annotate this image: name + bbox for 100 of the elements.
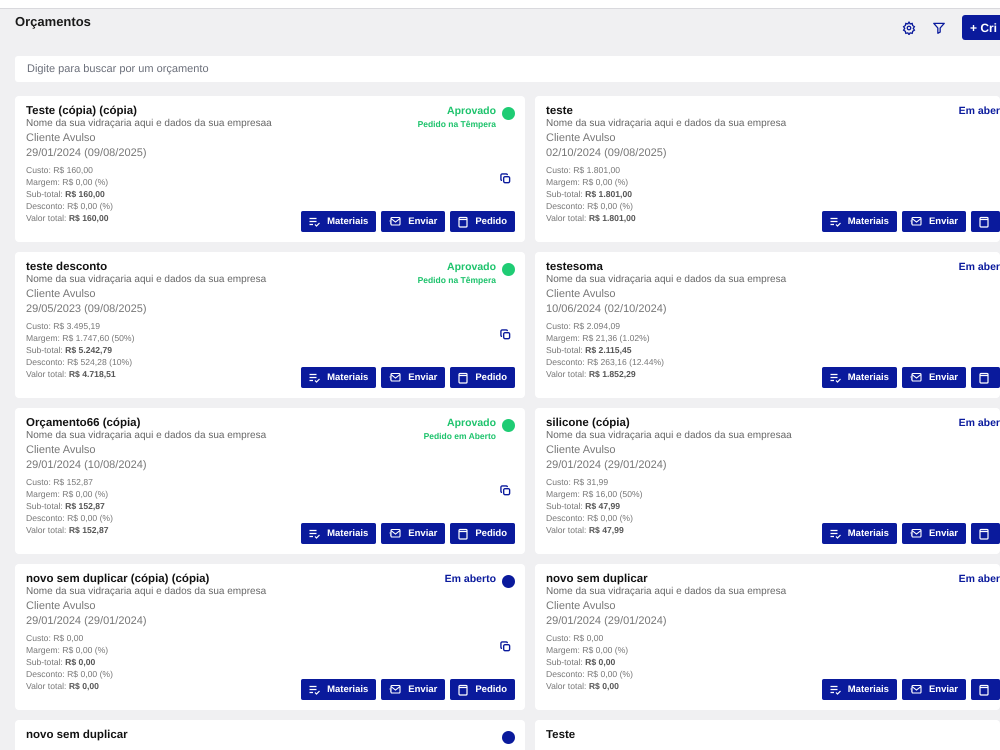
client-text: Cliente Avulso [26, 600, 97, 612]
quote-title: testesoma [546, 261, 604, 273]
copy-button[interactable] [500, 485, 511, 496]
order-button[interactable] [971, 523, 1000, 544]
send-button[interactable]: Enviar [381, 367, 446, 388]
send-button[interactable]: Enviar [902, 523, 966, 544]
date-text: 29/05/2023 (09/08/2025) [26, 303, 148, 315]
amount-line: Desconto: R$ 0,00 (%) [26, 513, 114, 523]
copy-icon [500, 173, 511, 184]
quote-title: silicone (cópia) [546, 417, 631, 429]
materials-button[interactable]: Materiais [822, 211, 897, 232]
amount-line: Margem: R$ 16,00 (50%) [546, 489, 644, 499]
status-label: Em aberto [444, 573, 496, 585]
status-label: Aprovado [446, 261, 496, 273]
mail-icon [910, 216, 922, 227]
send-button[interactable]: Enviar [902, 367, 966, 388]
clipboard-icon [458, 528, 468, 540]
quote-title: Teste [546, 729, 576, 741]
amount-line: Valor total: R$ 152,87 [26, 525, 110, 535]
date-text: 29/01/2024 (29/01/2024) [546, 615, 668, 627]
date-text: 02/10/2024 (09/08/2025) [546, 147, 668, 159]
amount-line: Sub-total: R$ 152,87 [26, 501, 106, 511]
materials-button[interactable]: Materiais [301, 211, 376, 232]
send-button[interactable]: Enviar [381, 523, 446, 544]
list-check-icon [309, 528, 320, 538]
amount-line: Custo: R$ 31,99 [546, 477, 610, 487]
mail-icon [910, 684, 922, 695]
copy-button[interactable] [500, 173, 511, 184]
mail-icon [389, 372, 402, 383]
amount-line: Sub-total: R$ 47,99 [546, 501, 622, 511]
create-button[interactable]: + Cri [962, 15, 1000, 40]
list-check-icon [830, 372, 841, 382]
amount-line: Margem: R$ 0,00 (%) [546, 645, 630, 655]
settings-button[interactable] [902, 20, 916, 34]
settings-icon [902, 20, 916, 34]
mail-icon [389, 684, 402, 695]
status-label: Em aber [958, 417, 1000, 429]
order-button[interactable] [971, 211, 1000, 232]
company-text: Nome da sua vidraçaria aqui e dados da sua empresa [26, 586, 266, 597]
order-status-label: Pedido na Têmpera [418, 275, 496, 285]
order-button[interactable] [971, 679, 1000, 700]
date-text: 29/01/2024 (29/01/2024) [26, 615, 148, 627]
list-check-icon [309, 684, 320, 694]
order-status-label: Pedido na Têmpera [418, 119, 496, 129]
clipboard-icon [458, 216, 468, 228]
status-label: Em aber [958, 573, 1000, 585]
amount-line: Margem: R$ 1.747,60 (50%) [26, 333, 136, 343]
amount-line: Custo: R$ 2.094,09 [546, 321, 622, 331]
amount-line: Desconto: R$ 524,28 (10%) [26, 357, 134, 367]
page-title: Orçamentos [15, 14, 91, 29]
amount-line: Custo: R$ 0,00 [26, 633, 84, 643]
list-check-icon [830, 684, 841, 694]
amount-line: Valor total: R$ 0,00 [546, 681, 620, 691]
amount-line: Sub-total: R$ 1.801,00 [546, 189, 633, 199]
amount-line: Margem: R$ 0,00 (%) [26, 177, 110, 187]
send-button[interactable]: Enviar [902, 211, 966, 232]
amount-line: Custo: R$ 3.495,19 [26, 321, 102, 331]
list-check-icon [830, 528, 841, 538]
order-button[interactable]: Pedido [450, 523, 515, 544]
amount-line: Custo: R$ 0,00 [546, 633, 604, 643]
send-button[interactable]: Enviar [381, 211, 446, 232]
quote-title: novo sem duplicar (cópia) (cópia) [26, 573, 210, 585]
status-label: Aprovado [446, 417, 496, 429]
amount-line: Custo: R$ 160,00 [26, 165, 94, 175]
list-check-icon [309, 372, 320, 382]
client-text: Cliente Avulso [26, 132, 97, 144]
client-text: Cliente Avulso [546, 600, 617, 612]
copy-icon [500, 329, 511, 340]
search-field[interactable]: Digite para buscar por um orçamento [15, 56, 1000, 82]
client-text: Cliente Avulso [26, 288, 97, 300]
amount-line: Desconto: R$ 0,00 (%) [546, 201, 634, 211]
materials-button[interactable]: Materiais [822, 367, 897, 388]
materials-button[interactable]: Materiais [822, 523, 897, 544]
clipboard-icon [979, 372, 989, 384]
materials-button[interactable]: Materiais [301, 679, 376, 700]
amount-line: Margem: R$ 0,00 (%) [26, 645, 110, 655]
materials-button[interactable]: Materiais [822, 679, 897, 700]
order-button[interactable]: Pedido [450, 679, 515, 700]
status-label: Em aber [958, 105, 1000, 117]
client-text: Cliente Avulso [546, 444, 617, 456]
order-button[interactable]: Pedido [450, 367, 515, 388]
copy-button[interactable] [500, 641, 511, 652]
send-button[interactable]: Enviar [381, 679, 446, 700]
client-text: Cliente Avulso [26, 444, 97, 456]
amount-line: Valor total: R$ 1.801,00 [546, 213, 637, 223]
send-button[interactable]: Enviar [902, 679, 966, 700]
quote-title: teste desconto [26, 261, 108, 273]
order-button[interactable] [971, 367, 1000, 388]
filter-button[interactable] [932, 20, 946, 34]
amount-line: Valor total: R$ 160,00 [26, 213, 110, 223]
company-text: Nome da sua vidraçaria aqui e dados da sua empresaa [26, 118, 272, 129]
mail-icon [910, 528, 922, 539]
amount-line: Valor total: R$ 0,00 [26, 681, 100, 691]
status-label: Em aber [958, 261, 1000, 273]
date-text: 29/01/2024 (10/08/2024) [26, 459, 148, 471]
copy-button[interactable] [500, 329, 511, 340]
materials-button[interactable]: Materiais [301, 367, 376, 388]
materials-button[interactable]: Materiais [301, 523, 376, 544]
client-text: Cliente Avulso [546, 132, 617, 144]
order-button[interactable]: Pedido [450, 211, 515, 232]
